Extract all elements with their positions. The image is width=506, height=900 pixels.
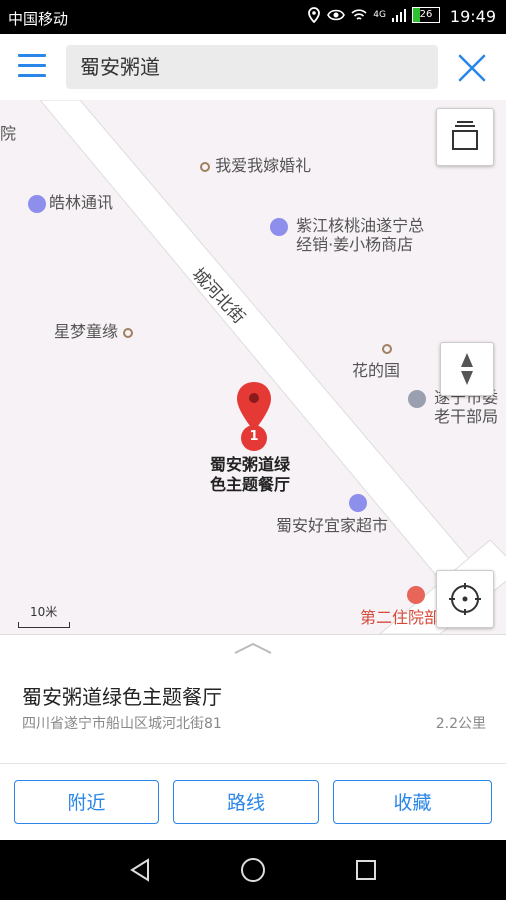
compass-icon — [461, 353, 473, 385]
road — [39, 100, 506, 634]
selected-label: 蜀安粥道绿 色主题餐厅 — [210, 455, 290, 495]
place-name[interactable]: 蜀安粥道绿色主题餐厅 — [22, 681, 222, 710]
carrier-label: 中国移动 — [8, 10, 69, 28]
poi-label: 我爱我嫁婚礼 — [215, 156, 312, 175]
shop-icon — [270, 217, 288, 236]
poi-xingmeng[interactable]: 星梦童缘 — [54, 318, 134, 342]
poi-label: 老干部局 — [434, 407, 499, 426]
signal-icon — [392, 9, 406, 22]
battery-icon: 26 — [412, 7, 440, 23]
route-button[interactable]: 路线 — [173, 780, 319, 824]
layers-button[interactable] — [436, 108, 494, 166]
government-icon — [408, 389, 426, 408]
poi-wedding[interactable]: 我爱我嫁婚礼 — [200, 152, 311, 176]
divider — [0, 763, 506, 764]
poi-dot-icon — [382, 343, 392, 354]
poi-supermarket[interactable]: 蜀安好宜家超市 — [276, 492, 388, 536]
place-sheet: 蜀安粥道绿色主题餐厅 四川省遂宁市船山区城河北街81 2.2公里 附近 路线 收… — [0, 634, 506, 841]
poi-label: 花的国 — [352, 361, 401, 380]
marker-number: 1 — [249, 429, 259, 444]
home-icon[interactable] — [240, 857, 266, 883]
location-icon — [308, 7, 321, 23]
close-icon[interactable] — [456, 52, 488, 84]
locate-button[interactable] — [436, 570, 494, 628]
locate-icon — [449, 583, 481, 615]
compass-button[interactable] — [440, 342, 494, 396]
shop-icon — [28, 194, 46, 213]
poi-edge: 院 — [0, 124, 17, 143]
recents-icon[interactable] — [354, 858, 378, 882]
eye-icon — [327, 9, 346, 21]
poi-label: 第二住院部 — [360, 607, 441, 627]
battery-label: 26 — [419, 9, 433, 20]
poi-huadeguo[interactable]: 花的国 — [352, 338, 400, 381]
layers-icon — [452, 121, 478, 150]
status-bar: 中国移动 4G 26 19:49 — [0, 0, 506, 34]
status-icons: 4G 26 — [307, 7, 440, 23]
poi-label: 经销·姜小杨商店 — [296, 235, 414, 254]
poi-dot-icon — [200, 161, 210, 172]
poi-hospital[interactable]: 第二住院部 — [360, 584, 440, 628]
map-view[interactable]: 城河北街 院 我爱我嫁婚礼 皓林通讯 紫江核桃油遂宁总 经销·姜小杨商店 星梦童… — [0, 100, 506, 634]
clock: 19:49 — [449, 7, 496, 26]
wifi-icon — [351, 9, 367, 20]
search-input[interactable]: 蜀安粥道 — [66, 45, 438, 89]
place-address: 四川省遂宁市船山区城河北街81 — [22, 716, 222, 732]
nearby-button[interactable]: 附近 — [14, 780, 159, 824]
poi-zijiang[interactable]: 紫江核桃油遂宁总 经销·姜小杨商店 — [270, 216, 424, 254]
poi-label: 蜀安好宜家超市 — [276, 515, 389, 535]
system-nav-bar — [0, 840, 506, 900]
poi-label: 蜀安粥道绿 — [210, 455, 291, 474]
place-distance: 2.2公里 — [435, 716, 486, 732]
menu-icon[interactable] — [18, 54, 46, 78]
poi-dot-icon — [123, 327, 134, 338]
poi-haolin[interactable]: 皓林通讯 — [28, 189, 113, 213]
poi-label: 星梦童缘 — [54, 322, 119, 341]
favorite-button[interactable]: 收藏 — [333, 780, 492, 824]
network-label: 4G — [373, 10, 386, 20]
cart-icon — [349, 493, 367, 512]
chevron-up-icon[interactable] — [233, 641, 273, 655]
poi-label: 紫江核桃油遂宁总 — [296, 216, 425, 235]
hospital-icon — [406, 585, 425, 604]
scale-label: 10米 — [30, 605, 58, 619]
back-icon[interactable] — [128, 858, 152, 882]
scale-bar: 10米 — [18, 603, 70, 628]
search-header: 蜀安粥道 — [0, 34, 506, 101]
poi-label: 皓林通讯 — [49, 193, 114, 212]
selected-marker[interactable]: 1 — [234, 380, 274, 452]
